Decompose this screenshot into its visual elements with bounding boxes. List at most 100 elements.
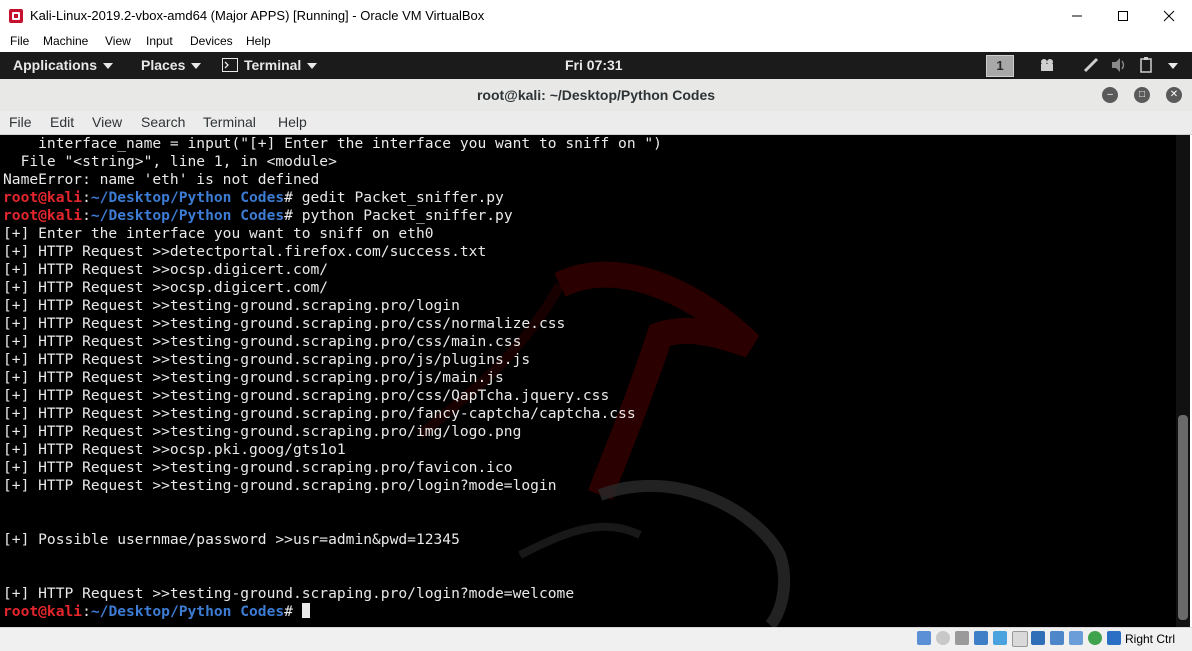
recording-icon[interactable]: [1050, 631, 1064, 645]
optical-drive-icon[interactable]: [936, 631, 950, 645]
prompt-path: ~/Desktop/Python Codes: [90, 603, 285, 620]
terminal-titlebar: root@kali: ~/Desktop/Python Codes: [0, 79, 1192, 112]
chevron-down-icon: [103, 63, 114, 70]
vbox-titlebar: Kali-Linux-2019.2-vbox-amd64 (Major APPS…: [0, 0, 1192, 31]
shared-folders-icon[interactable]: [1012, 631, 1028, 647]
terminal-menu-terminal[interactable]: Terminal: [203, 114, 256, 130]
prompt-symbol: #: [284, 603, 293, 620]
virtualization-icon[interactable]: [1088, 631, 1102, 645]
volume-icon[interactable]: [1110, 56, 1130, 74]
terminal-line: [+] HTTP Request >>ocsp.digicert.com/: [3, 279, 329, 296]
close-button[interactable]: [1146, 0, 1192, 31]
terminal-line: [+] HTTP Request >>testing-ground.scrapi…: [3, 333, 522, 350]
mouse-integration-icon[interactable]: [1107, 631, 1121, 645]
vbox-menu-help[interactable]: Help: [246, 34, 271, 48]
chevron-down-icon: [307, 63, 318, 70]
terminal-maximize-button[interactable]: □: [1134, 87, 1150, 103]
terminal-line: [+] HTTP Request >>testing-ground.scrapi…: [3, 585, 575, 602]
terminal-icon: [222, 58, 238, 72]
vbox-menu-devices[interactable]: Devices: [190, 34, 233, 48]
workspace-indicator[interactable]: 1: [986, 55, 1014, 77]
maximize-icon: [1118, 10, 1128, 21]
prompt-line: root@kali:~/Desktop/Python Codes# gedit …: [3, 189, 504, 207]
terminal-menu-view[interactable]: View: [92, 114, 122, 130]
prompt-user: root@kali: [3, 603, 83, 620]
prompt-symbol: #: [284, 207, 293, 224]
terminal-app-label: Terminal: [244, 57, 302, 73]
vbox-menu-file[interactable]: File: [10, 34, 29, 48]
terminal-line: [+] HTTP Request >>detectportal.firefox.…: [3, 243, 487, 260]
virtualbox-logo-icon: [9, 9, 23, 23]
terminal-menu-search[interactable]: Search: [141, 114, 185, 130]
hard-disk-icon[interactable]: [917, 631, 931, 645]
maximize-icon: □: [1138, 89, 1146, 100]
prompt-separator: :: [82, 603, 91, 620]
terminal-line: NameError: name 'eth' is not defined: [3, 171, 320, 188]
places-label: Places: [141, 57, 186, 73]
terminal-line: File "<string>", line 1, in <module>: [3, 153, 337, 170]
vbox-menubar: File Machine View Input Devices Help: [0, 31, 1192, 52]
close-icon: ✕: [1169, 89, 1179, 100]
minimize-icon: [1072, 15, 1082, 16]
terminal-line: [+] HTTP Request >>testing-ground.scrapi…: [3, 351, 531, 368]
usb-icon[interactable]: [993, 631, 1007, 645]
network-icon[interactable]: [974, 631, 988, 645]
prompt-path: ~/Desktop/Python Codes: [90, 207, 285, 224]
terminal-close-button[interactable]: ✕: [1166, 87, 1182, 103]
command-text: [293, 603, 302, 620]
terminal-line: [+] HTTP Request >>testing-ground.scrapi…: [3, 423, 522, 440]
terminal-menu-help[interactable]: Help: [278, 114, 307, 130]
vbox-menu-machine[interactable]: Machine: [43, 34, 88, 48]
display-icon[interactable]: [1031, 631, 1045, 645]
applications-menu[interactable]: Applications: [13, 57, 114, 73]
prompt-path: ~/Desktop/Python Codes: [90, 189, 285, 206]
terminal-line: interface_name = input("[+] Enter the in…: [3, 135, 662, 152]
vbox-menu-input[interactable]: Input: [146, 34, 173, 48]
clock[interactable]: Fri 07:31: [565, 57, 623, 73]
terminal-line: [+] HTTP Request >>testing-ground.scrapi…: [3, 405, 636, 422]
terminal-line: [+] HTTP Request >>testing-ground.scrapi…: [3, 369, 504, 386]
terminal-window-title: root@kali: ~/Desktop/Python Codes: [476, 87, 716, 103]
terminal-menu-edit[interactable]: Edit: [50, 114, 74, 130]
pen-tool-icon[interactable]: [1082, 56, 1102, 74]
command-text: python Packet_sniffer.py: [292, 207, 513, 224]
vbox-menu-view[interactable]: View: [105, 34, 131, 48]
host-key-label: Right Ctrl: [1125, 632, 1176, 646]
scrollbar-thumb[interactable]: [1178, 415, 1188, 620]
audio-icon[interactable]: [955, 631, 969, 645]
terminal-line: [+] HTTP Request >>testing-ground.scrapi…: [3, 477, 557, 494]
prompt-line: root@kali:~/Desktop/Python Codes# python…: [3, 207, 513, 225]
terminal-line: [+] HTTP Request >>testing-ground.scrapi…: [3, 315, 566, 332]
chevron-down-icon: [191, 63, 202, 70]
prompt-user: root@kali: [3, 207, 83, 224]
prompt-separator: :: [82, 189, 91, 206]
prompt-symbol: #: [284, 189, 293, 206]
terminal-minimize-button[interactable]: –: [1102, 87, 1118, 103]
places-menu[interactable]: Places: [141, 57, 202, 73]
terminal-line: [+] HTTP Request >>ocsp.digicert.com/: [3, 261, 329, 278]
maximize-button[interactable]: [1100, 0, 1146, 31]
terminal-line: [+] HTTP Request >>testing-ground.scrapi…: [3, 459, 513, 476]
minimize-button[interactable]: [1054, 0, 1100, 31]
text-cursor: [301, 603, 310, 618]
prompt-separator: :: [82, 207, 91, 224]
terminal-output[interactable]: interface_name = input("[+] Enter the in…: [0, 135, 1176, 627]
chevron-down-icon[interactable]: [1168, 63, 1178, 69]
terminal-line: [+] Possible usernmae/password >>usr=adm…: [3, 531, 460, 548]
minimize-icon: –: [1107, 89, 1113, 100]
close-icon: [1163, 10, 1175, 21]
terminal-line: [+] Enter the interface you want to snif…: [3, 225, 434, 242]
prompt-user: root@kali: [3, 189, 83, 206]
vbox-window-title: Kali-Linux-2019.2-vbox-amd64 (Major APPS…: [30, 8, 485, 23]
video-camera-icon[interactable]: [1037, 56, 1057, 74]
terminal-line: [+] HTTP Request >>ocsp.pki.goog/gts1o1: [3, 441, 346, 458]
applications-label: Applications: [13, 57, 98, 73]
cpu-icon[interactable]: [1069, 631, 1083, 645]
command-text: gedit Packet_sniffer.py: [292, 189, 504, 206]
terminal-app-menu[interactable]: Terminal: [222, 57, 318, 73]
terminal-menu-file[interactable]: File: [9, 114, 32, 130]
power-icon[interactable]: [1138, 56, 1158, 74]
prompt-line: root@kali:~/Desktop/Python Codes#: [3, 603, 310, 621]
terminal-menubar: File Edit View Search Terminal Help: [0, 111, 1192, 135]
terminal-line: [+] HTTP Request >>testing-ground.scrapi…: [3, 297, 460, 314]
